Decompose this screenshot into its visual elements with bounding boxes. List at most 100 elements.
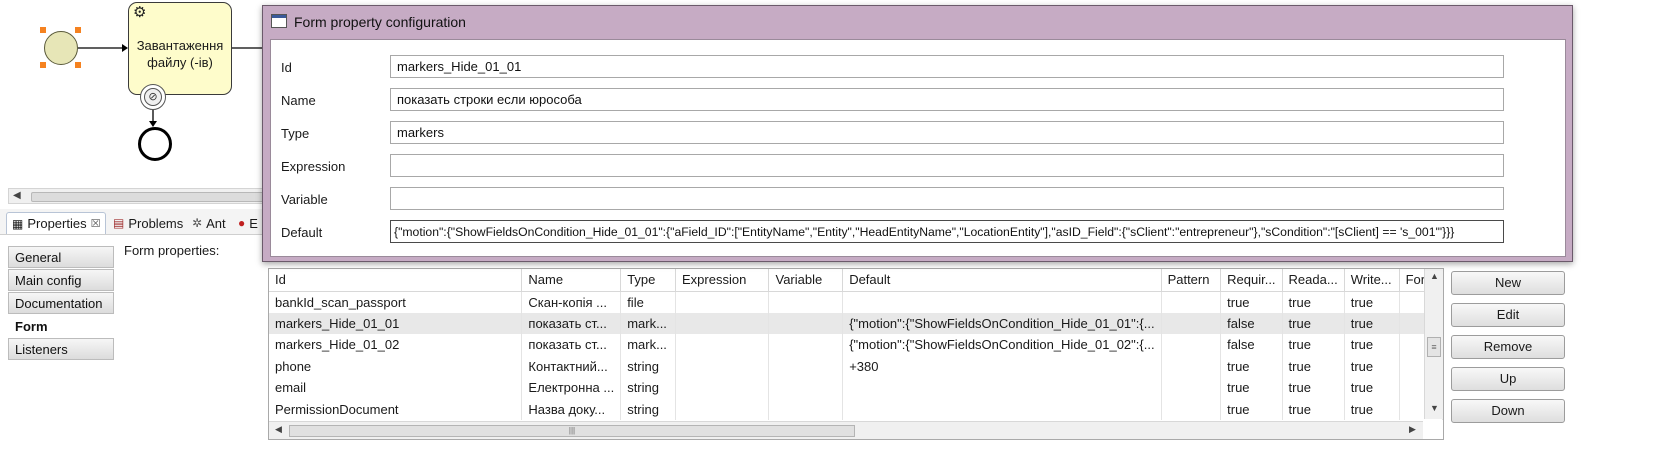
- table-cell: string: [620, 355, 676, 377]
- column-header[interactable]: Expression: [675, 269, 770, 292]
- tab-properties[interactable]: ▦ Properties ☒: [6, 212, 107, 234]
- table-cell: PermissionDocument: [269, 398, 523, 420]
- gear-icon: ⚙: [133, 4, 147, 21]
- column-header[interactable]: Type: [620, 269, 676, 292]
- column-header[interactable]: Default: [842, 269, 1162, 292]
- canvas-horizontal-scrollbar[interactable]: ◀: [8, 188, 289, 204]
- form-properties-table[interactable]: Id Name Type Expression Variable Default…: [268, 268, 1444, 440]
- table-cell: true: [1282, 398, 1345, 420]
- selection-handle[interactable]: [40, 62, 46, 68]
- variable-label: Variable: [281, 192, 328, 207]
- table-cell: true: [1282, 377, 1345, 399]
- table-row-selected[interactable]: markers_Hide_01_01 показать ст... mark..…: [269, 312, 1443, 334]
- no-entry-icon: ⊘: [144, 88, 162, 106]
- table-cell: [1161, 398, 1222, 420]
- column-header[interactable]: Id: [269, 269, 523, 292]
- table-cell: true: [1344, 355, 1400, 377]
- table-cell: [842, 398, 1162, 420]
- table-cell: true: [1220, 291, 1283, 313]
- column-header[interactable]: Name: [521, 269, 622, 292]
- form-properties-label: Form properties:: [124, 243, 220, 258]
- table-cell: mark...: [620, 334, 676, 356]
- table-horizontal-scrollbar[interactable]: ◀ ||| ▶: [269, 421, 1423, 439]
- selection-handle[interactable]: [75, 62, 81, 68]
- table-cell: [768, 291, 844, 313]
- boundary-error-event[interactable]: ⊘: [140, 84, 166, 110]
- table-cell: [675, 377, 770, 399]
- table-cell: [768, 398, 844, 420]
- scroll-down-icon[interactable]: ▼: [1430, 403, 1439, 413]
- dialog-titlebar[interactable]: Form property configuration: [263, 6, 1572, 39]
- tab-ant[interactable]: ✲ Ant: [187, 212, 231, 234]
- form-property-dialog: Form property configuration Id Name Type…: [262, 5, 1573, 262]
- table-cell: true: [1220, 355, 1283, 377]
- views-tab-bar: ▦ Properties ☒ ▤ Problems ✲ Ant ● E: [0, 209, 290, 235]
- scroll-up-icon[interactable]: ▲: [1430, 271, 1439, 281]
- scroll-left-icon[interactable]: ◀: [275, 424, 282, 435]
- edit-button[interactable]: Edit: [1451, 303, 1565, 327]
- id-label: Id: [281, 60, 292, 75]
- scrollbar-thumb[interactable]: ≡: [1427, 337, 1441, 357]
- name-field[interactable]: [390, 88, 1504, 111]
- column-header[interactable]: Pattern: [1161, 269, 1222, 292]
- variable-field[interactable]: [390, 187, 1504, 210]
- expression-label: Expression: [281, 159, 346, 174]
- table-cell: markers_Hide_01_01: [269, 312, 523, 334]
- nav-general[interactable]: General: [8, 246, 114, 268]
- table-row[interactable]: bankId_scan_passport Скан-копія ... file…: [269, 291, 1443, 313]
- table-cell: mark...: [620, 312, 676, 334]
- column-header[interactable]: Reada...: [1282, 269, 1345, 292]
- table-cell: string: [620, 377, 676, 399]
- column-header[interactable]: Write...: [1344, 269, 1400, 292]
- table-cell: Назва доку...: [521, 398, 622, 420]
- table-row[interactable]: phone Контактний... string +380 true tru…: [269, 355, 1443, 377]
- column-header[interactable]: Requir...: [1220, 269, 1283, 292]
- selection-handle[interactable]: [40, 27, 46, 33]
- tab-problems[interactable]: ▤ Problems: [108, 212, 188, 234]
- table-cell: true: [1344, 334, 1400, 356]
- table-cell: true: [1282, 334, 1345, 356]
- scroll-left-icon[interactable]: ◀: [13, 190, 21, 201]
- scroll-right-icon[interactable]: ▶: [1409, 424, 1416, 435]
- end-event[interactable]: [138, 127, 172, 161]
- table-cell: [842, 291, 1162, 313]
- service-task[interactable]: ⚙ Завантаження файлу (-ів): [128, 2, 232, 95]
- nav-listeners[interactable]: Listeners: [8, 338, 114, 360]
- table-row[interactable]: email Електронна ... string true true tr…: [269, 377, 1443, 399]
- selection-handle[interactable]: [75, 27, 81, 33]
- nav-documentation[interactable]: Documentation: [8, 292, 114, 314]
- table-cell: показать ст...: [521, 312, 622, 334]
- tab-error-log[interactable]: ● E: [233, 212, 263, 234]
- table-vertical-scrollbar[interactable]: ▲ ≡ ▼: [1424, 269, 1443, 419]
- table-cell: true: [1344, 377, 1400, 399]
- remove-button[interactable]: Remove: [1451, 335, 1565, 359]
- id-field[interactable]: [390, 55, 1504, 78]
- properties-icon: ▦: [12, 216, 24, 231]
- dialog-content: Id Name Type Expression Variable Default: [270, 39, 1566, 257]
- table-cell: {"motion":{"ShowFieldsOnCondition_Hide_0…: [842, 334, 1162, 356]
- table-row[interactable]: markers_Hide_01_02 показать ст... mark..…: [269, 334, 1443, 356]
- table-cell: true: [1282, 312, 1345, 334]
- table-cell: [1161, 312, 1222, 334]
- scrollbar-thumb[interactable]: |||: [289, 425, 855, 437]
- column-header[interactable]: Variable: [768, 269, 844, 292]
- properties-nav: General Main config Documentation Form L…: [8, 246, 114, 361]
- new-button[interactable]: New: [1451, 271, 1565, 295]
- table-cell: markers_Hide_01_02: [269, 334, 523, 356]
- default-field[interactable]: [390, 220, 1504, 243]
- start-event[interactable]: [44, 31, 78, 65]
- table-row[interactable]: PermissionDocument Назва доку... string …: [269, 398, 1443, 420]
- nav-main-config[interactable]: Main config: [8, 269, 114, 291]
- table-cell: email: [269, 377, 523, 399]
- table-cell: [768, 334, 844, 356]
- close-icon[interactable]: ☒: [91, 217, 101, 230]
- down-button[interactable]: Down: [1451, 399, 1565, 423]
- scrollbar-thumb[interactable]: [31, 192, 289, 202]
- nav-form[interactable]: Form: [8, 315, 114, 337]
- table-cell: Електронна ...: [521, 377, 622, 399]
- table-cell: true: [1282, 355, 1345, 377]
- up-button[interactable]: Up: [1451, 367, 1565, 391]
- expression-field[interactable]: [390, 154, 1504, 177]
- table-cell: [1161, 355, 1222, 377]
- type-field[interactable]: [390, 121, 1504, 144]
